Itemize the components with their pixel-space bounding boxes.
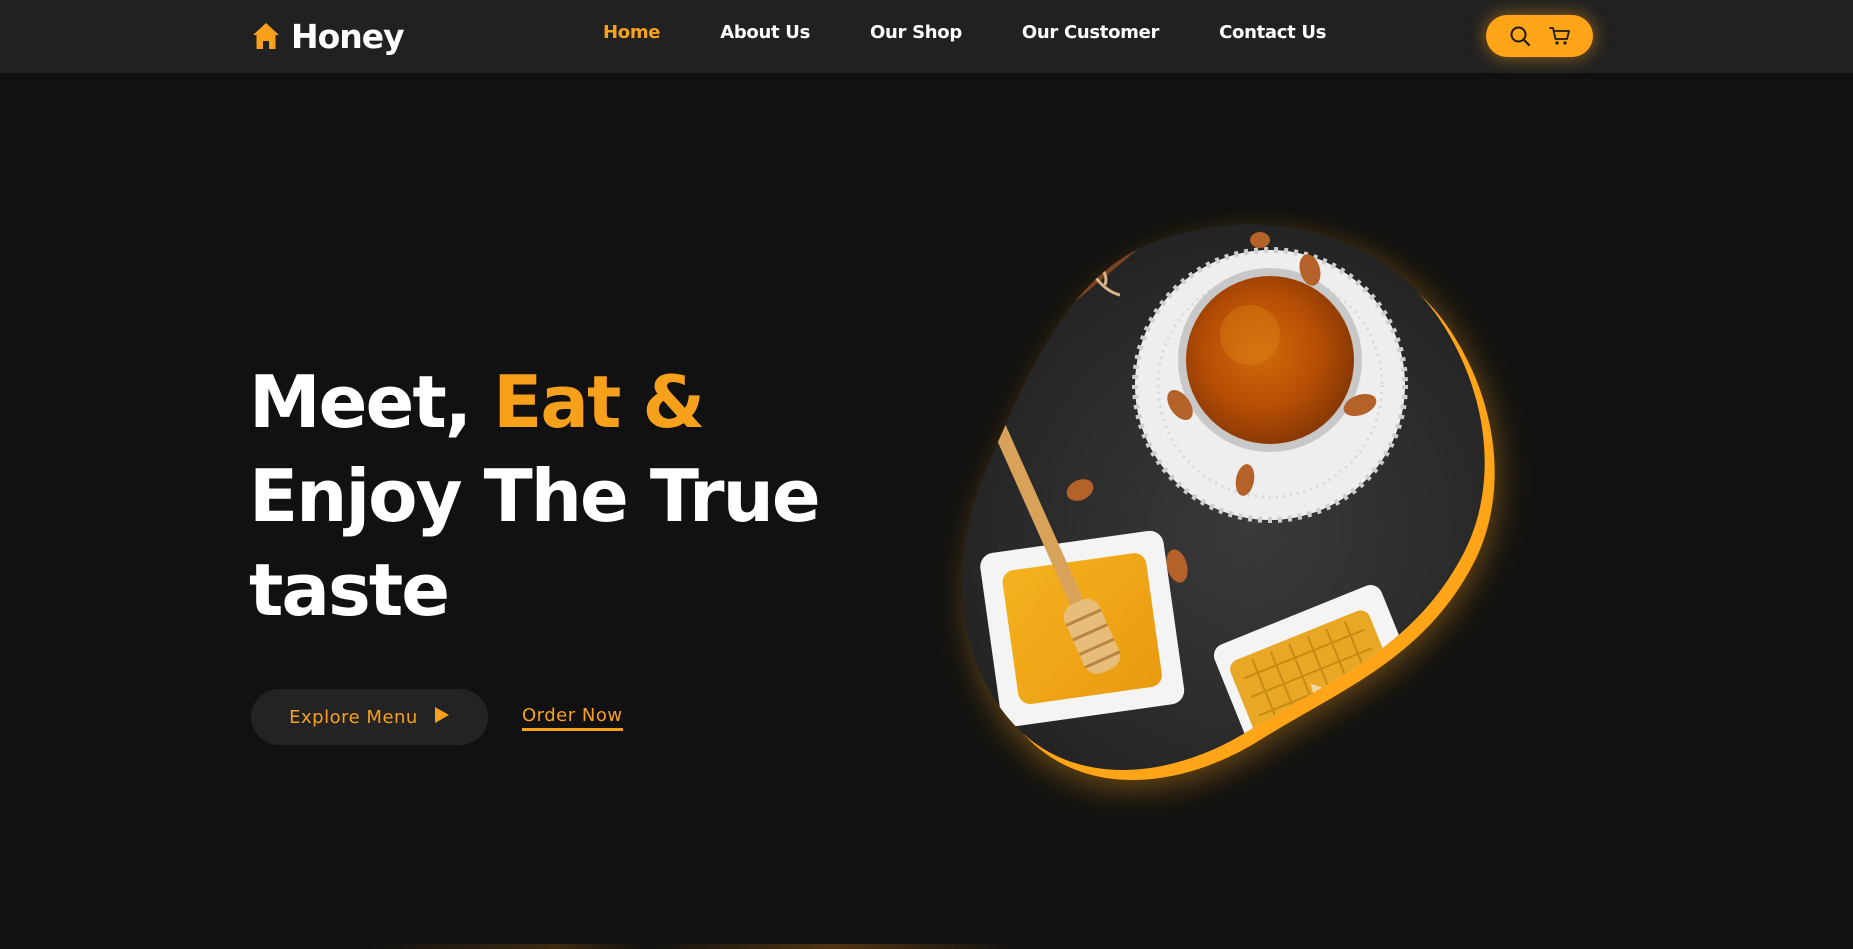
order-now-link[interactable]: Order Now xyxy=(522,705,623,731)
hero-title-part1: Meet, xyxy=(249,360,472,444)
hero-title-accent: Eat & xyxy=(493,360,705,444)
bottom-strip xyxy=(0,944,1853,949)
honey-blob-image xyxy=(930,210,1570,850)
nav-contact-us[interactable]: Contact Us xyxy=(1219,22,1326,52)
home-icon xyxy=(251,21,281,51)
hero-title-line-3: taste xyxy=(249,548,450,632)
brand-name: Honey xyxy=(291,16,405,56)
cart-icon[interactable] xyxy=(1548,24,1572,48)
hero-title-line-2: Enjoy The True xyxy=(249,454,821,538)
navbar: Honey Home About Us Our Shop Our Custome… xyxy=(0,0,1853,73)
hero-title: Meet, Eat & Enjoy The True taste xyxy=(249,355,869,637)
nav-our-customer[interactable]: Our Customer xyxy=(1022,22,1160,52)
brand[interactable]: Honey xyxy=(251,14,405,58)
hero-title-line-1: Meet, Eat & xyxy=(249,355,869,449)
nav-actions xyxy=(1486,15,1593,57)
main-nav: Home About Us Our Shop Our Customer Cont… xyxy=(603,22,1386,52)
explore-menu-button[interactable]: Explore Menu xyxy=(251,689,488,745)
nav-home[interactable]: Home xyxy=(603,22,661,52)
search-icon[interactable] xyxy=(1508,24,1532,48)
explore-menu-label: Explore Menu xyxy=(289,706,418,728)
nav-our-shop[interactable]: Our Shop xyxy=(870,22,962,52)
nav-about-us[interactable]: About Us xyxy=(720,22,810,52)
play-icon xyxy=(434,706,450,729)
